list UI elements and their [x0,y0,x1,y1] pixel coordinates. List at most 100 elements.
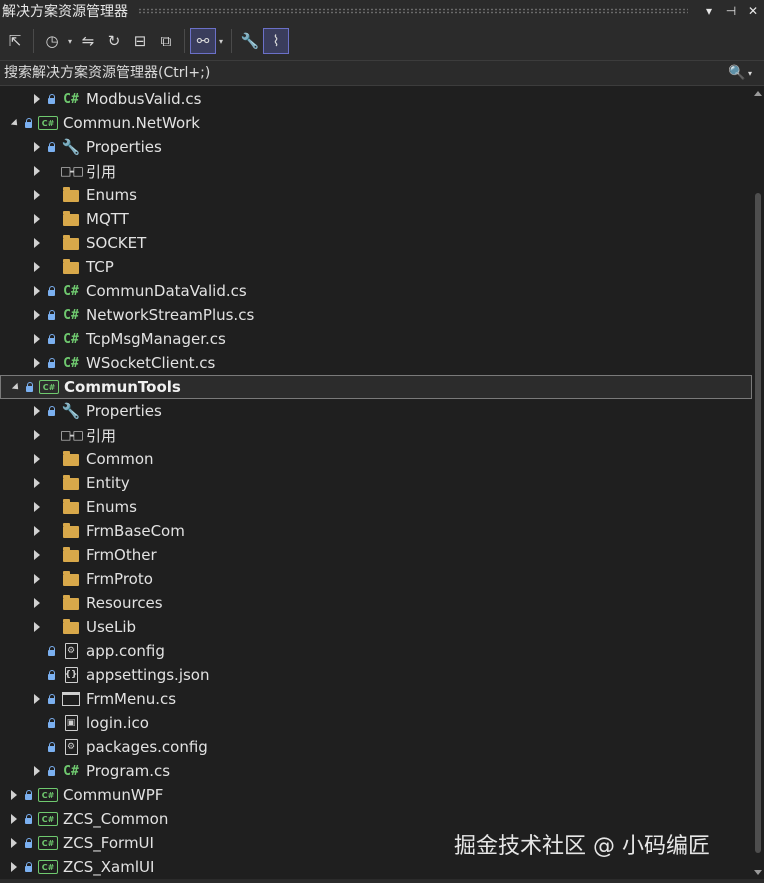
expand-arrow-icon[interactable] [8,783,20,807]
sync-button[interactable]: ⇋ [75,28,101,54]
folder-icon [60,474,82,492]
tree-item[interactable]: Resources [0,591,752,615]
wrench-icon: 🔧 [61,402,81,420]
csharp-project-icon: C# [37,858,59,876]
tree-item[interactable]: ⚙ app.config [0,639,752,663]
expand-arrow-icon[interactable] [8,855,20,879]
pin-icon[interactable]: ⊣ [720,4,742,18]
tree-item[interactable]: FrmOther [0,543,752,567]
csharp-file-icon: C# [63,307,79,323]
collapse-arrow-icon[interactable] [9,375,22,399]
tree-item[interactable]: 🔧 Properties [0,135,752,159]
tree-item[interactable]: SOCKET [0,231,752,255]
project-badge: C# [38,836,58,850]
tree-item[interactable]: Common [0,447,752,471]
search-icon[interactable]: 🔍 [726,65,748,81]
tree-item-label: TCP [86,258,114,276]
search-options-dropdown-icon[interactable]: ▾ [748,69,764,78]
preview-selected-button[interactable]: ⌇ [263,28,289,54]
window-bottom-edge [0,879,764,883]
collapse-arrow-icon[interactable] [8,111,21,135]
scrollbar-thumb[interactable] [755,193,761,853]
expand-arrow-icon[interactable] [31,183,43,207]
project-row[interactable]: C# Commun.NetWork [0,111,752,135]
expand-arrow-icon[interactable] [31,231,43,255]
tree-item[interactable]: □-□ 引用 [0,423,752,447]
tree-item-label: FrmMenu.cs [86,690,177,708]
tree-item[interactable]: Enums [0,495,752,519]
tree-item[interactable]: C# CommunDataValid.cs [0,279,752,303]
tree-item-label: Program.cs [86,762,171,780]
chevron-down-icon[interactable]: ▾ [65,37,75,46]
expand-arrow-icon[interactable] [31,591,43,615]
expand-arrow-icon[interactable] [31,279,43,303]
tree-item[interactable]: C# TcpMsgManager.cs [0,327,752,351]
folder-shape [63,211,79,226]
expand-arrow-icon[interactable] [31,399,43,423]
search-input[interactable] [0,64,726,82]
tree-item-label: Enums [86,186,137,204]
pending-changes-button[interactable]: ◷ [39,28,65,54]
tree-item[interactable]: ▣ login.ico [0,711,752,735]
sync-arrows-icon: ⇋ [81,32,95,50]
track-active-item-button[interactable]: ⚯ [190,28,216,54]
expand-arrow-icon[interactable] [31,567,43,591]
tree-item[interactable]: FrmProto [0,567,752,591]
expand-arrow-icon[interactable] [31,519,43,543]
tree-item[interactable]: TCP [0,255,752,279]
tree-item[interactable]: C# ModbusValid.cs [0,87,752,111]
chevron-down-icon[interactable]: ▾ [216,37,226,46]
vertical-scrollbar[interactable] [752,87,764,879]
expand-arrow-icon[interactable] [31,303,43,327]
tree-item[interactable]: UseLib [0,615,752,639]
csharp-file-icon: C# [63,355,79,371]
expand-arrow-icon[interactable] [31,447,43,471]
expand-arrow-icon[interactable] [31,543,43,567]
folder-icon [60,450,82,468]
project-row[interactable]: C# CommunTools [0,375,752,399]
expand-arrow-icon[interactable] [31,255,43,279]
expand-arrow-icon[interactable] [31,207,43,231]
close-icon[interactable]: ✕ [742,4,764,18]
expand-arrow-icon[interactable] [31,159,43,183]
tree-item[interactable]: □-□ 引用 [0,159,752,183]
folder-shape [63,475,79,490]
expand-arrow-icon[interactable] [31,423,43,447]
expand-arrow-icon[interactable] [31,687,43,711]
tree-item[interactable]: C# Program.cs [0,759,752,783]
tree-item[interactable]: FrmMenu.cs [0,687,752,711]
scroll-down-arrow-icon[interactable] [754,870,762,875]
switch-views-button[interactable]: ⇱ [2,28,28,54]
tree-item[interactable]: Entity [0,471,752,495]
tree-item-label: Entity [86,474,130,492]
form-window-shape [62,692,80,706]
tree-item[interactable]: ⚙ packages.config [0,735,752,759]
tree-item[interactable]: FrmBaseCom [0,519,752,543]
form-file-icon [60,690,82,708]
tree-item[interactable]: C# NetworkStreamPlus.cs [0,303,752,327]
collapse-all-button[interactable]: ⊟ [127,28,153,54]
properties-button[interactable]: 🔧 [237,28,263,54]
show-all-files-button[interactable]: ⧉ [153,28,179,54]
project-row[interactable]: C# CommunWPF [0,783,752,807]
expand-arrow-icon[interactable] [31,471,43,495]
tree-item[interactable]: {} appsettings.json [0,663,752,687]
expand-arrow-icon[interactable] [31,135,43,159]
expand-arrow-icon[interactable] [8,831,20,855]
tree-item[interactable]: 🔧 Properties [0,399,752,423]
scroll-up-arrow-icon[interactable] [754,91,762,96]
expand-arrow-icon[interactable] [8,807,20,831]
expand-arrow-icon[interactable] [31,495,43,519]
folder-shape [63,523,79,538]
window-menu-dropdown-icon[interactable]: ▾ [698,4,720,18]
expand-arrow-icon[interactable] [31,87,43,111]
expand-arrow-icon[interactable] [31,351,43,375]
tree-item[interactable]: Enums [0,183,752,207]
refresh-button[interactable]: ↻ [101,28,127,54]
expand-arrow-icon[interactable] [31,327,43,351]
tree-item[interactable]: MQTT [0,207,752,231]
expand-arrow-icon[interactable] [31,615,43,639]
expand-arrow-icon[interactable] [31,759,43,783]
tree-item[interactable]: C# WSocketClient.cs [0,351,752,375]
drag-grip[interactable] [138,8,688,14]
